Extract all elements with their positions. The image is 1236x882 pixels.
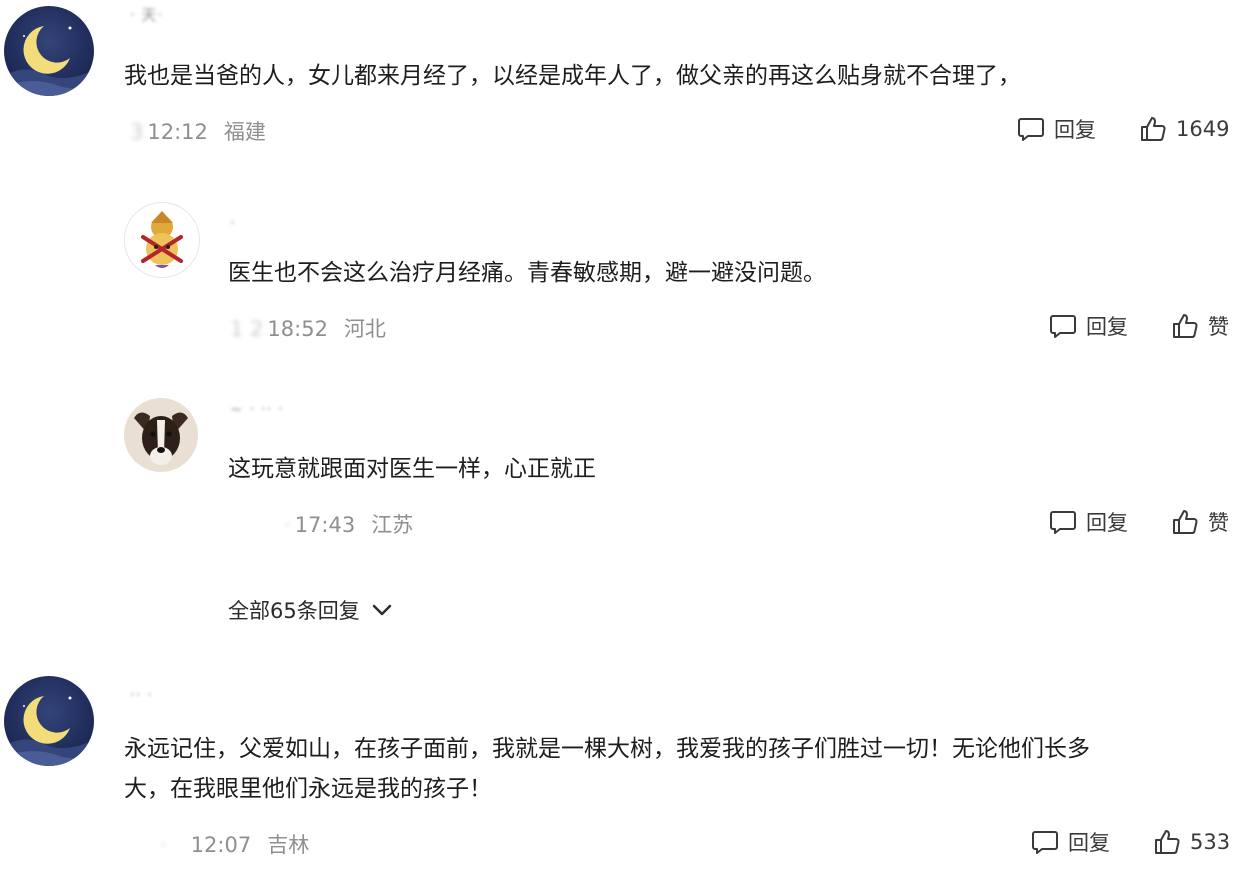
comment-time: 12:12 [147,120,208,144]
username[interactable]: ·· · [130,686,153,704]
masked-date: · [160,833,167,857]
like-label: 赞 [1208,511,1229,535]
comment-meta: · 12:07 吉林 [160,829,309,859]
username[interactable]: · 天· [130,4,163,25]
like-button[interactable]: 赞 [1170,507,1229,537]
comment-bubble-icon [1050,315,1076,338]
comment-bubble-icon [1018,118,1044,141]
reply-label: 回复 [1086,511,1128,535]
thumbs-up-icon [1155,830,1180,854]
comment-meta: 3 12:12 福建 [130,116,266,146]
reply-button[interactable]: 回复 [1048,507,1128,537]
reply-button[interactable]: 回复 [1048,311,1128,341]
masked-date: 1 2 [230,317,264,341]
comment-text-line-2: 大，在我眼里他们永远是我的孩子！ [124,776,492,802]
moon-night-avatar-icon[interactable] [4,676,94,766]
comment-time: 12:07 [190,833,252,857]
like-button[interactable]: 533 [1152,827,1230,857]
comment-time: 18:52 [267,317,328,341]
reply-label: 回复 [1054,118,1096,142]
comment-text: 我也是当爸的人，女儿都来月经了，以经是成年人了，做父亲的再这么贴身就不合理了， [124,63,1021,89]
thumbs-up-icon [1173,510,1198,534]
cartoon-character-avatar-icon[interactable] [124,202,200,278]
chevron-down-icon [372,604,391,616]
reply-button[interactable]: 回复 [1030,827,1110,857]
comment-bubble-icon [1032,831,1058,854]
username[interactable]: ~ · ·· · [230,400,284,418]
moon-night-avatar-icon[interactable] [4,6,94,96]
thumbs-up-icon [1141,117,1166,141]
comment-location: 河北 [343,317,386,341]
like-button[interactable]: 赞 [1170,311,1229,341]
all-replies-toggle[interactable]: 全部65条回复 [228,595,396,625]
reply-label: 回复 [1068,831,1110,855]
like-count: 1649 [1176,117,1230,141]
like-label: 赞 [1208,315,1229,339]
thumbs-up-icon [1173,314,1198,338]
comment-time: 17:43 [294,513,356,537]
masked-date: 3 [130,120,144,144]
dog-avatar-icon[interactable] [124,398,198,472]
masked-date: · [284,513,291,537]
comment-text: 这玩意就跟面对医生一样，心正就正 [228,456,596,482]
comment-bubble-icon [1050,511,1076,534]
comment-meta: 1 2 18:52 河北 [230,313,386,343]
comment-location: 福建 [223,120,266,144]
like-count: 533 [1190,830,1231,854]
reply-label: 回复 [1086,315,1128,339]
comment-location: 吉林 [267,833,310,857]
reply-button[interactable]: 回复 [1016,114,1096,144]
like-button[interactable]: 1649 [1138,114,1229,144]
comment-meta: · 17:43 江苏 [284,509,413,539]
comment-location: 江苏 [371,513,414,537]
username[interactable]: · [230,214,236,232]
all-replies-label: 全部65条回复 [228,599,360,623]
comment-text: 医生也不会这么治疗月经痛。青春敏感期，避一避没问题。 [228,260,826,286]
